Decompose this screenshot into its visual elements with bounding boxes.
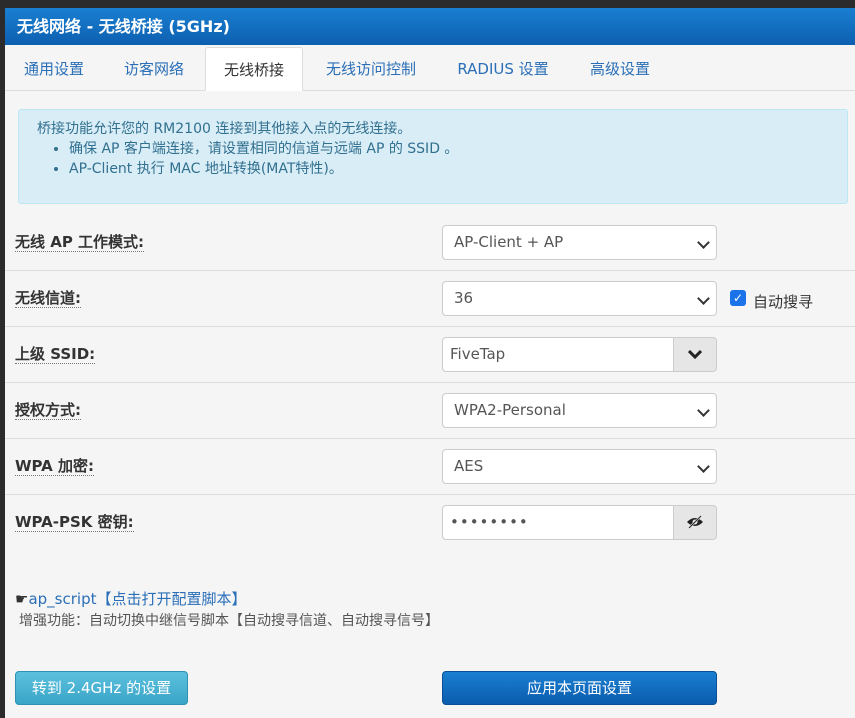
alert-bullet: 确保 AP 客户端连接，请设置相同的信道与远端 AP 的 SSID 。 — [69, 139, 847, 159]
ssid-input[interactable]: FiveTap — [442, 337, 674, 372]
mode-select[interactable]: AP-Client + AP — [442, 225, 717, 260]
form-row-ssid: 上级 SSID: FiveTap — [5, 327, 855, 383]
tab-guest-network[interactable]: 访客网络 — [105, 47, 203, 91]
auto-search-checkbox[interactable]: ✓ — [730, 290, 746, 306]
wireless-bridge-panel: 无线网络 - 无线桥接 (5GHz) 通用设置 访客网络 无线桥接 无线访问控制… — [5, 8, 855, 718]
page-title: 无线网络 - 无线桥接 (5GHz) — [5, 8, 855, 45]
auth-value: WPA2-Personal — [454, 401, 566, 419]
psk-label: WPA-PSK 密钥: — [15, 513, 134, 532]
chevron-down-icon — [687, 349, 703, 360]
auth-label: 授权方式: — [15, 401, 81, 420]
psk-input[interactable]: •••••••• — [442, 505, 674, 540]
tab-access-control[interactable]: 无线访问控制 — [305, 47, 437, 91]
script-note: 增强功能：自动切换中继信号脚本【自动搜寻信道、自动搜寻信号】 — [19, 613, 439, 629]
form-row-encryption: WPA 加密: AES — [5, 439, 855, 495]
form-row-psk: WPA-PSK 密钥: •••••••• — [5, 495, 855, 551]
tab-advanced[interactable]: 高级设置 — [569, 47, 671, 91]
info-alert: 桥接功能允许您的 RM2100 连接到其他接入点的无线连接。 确保 AP 客户端… — [18, 109, 848, 204]
ap-script-link-text: ap_script【点击打开配置脚本】 — [28, 590, 247, 608]
ssid-label: 上级 SSID: — [15, 345, 96, 364]
eye-slash-icon — [687, 515, 703, 529]
auth-select[interactable]: WPA2-Personal — [442, 393, 717, 428]
form-row-mode: 无线 AP 工作模式: AP-Client + AP — [5, 215, 855, 271]
mode-label: 无线 AP 工作模式: — [15, 233, 145, 252]
alert-intro: 桥接功能允许您的 RM2100 连接到其他接入点的无线连接。 — [37, 121, 412, 137]
chevron-down-icon — [697, 292, 710, 305]
channel-value: 36 — [454, 289, 474, 307]
alert-bullet: AP-Client 执行 MAC 地址转换(MAT特性)。 — [69, 159, 847, 179]
ssid-dropdown-button[interactable] — [673, 337, 717, 372]
chevron-down-icon — [697, 236, 710, 249]
ap-script-link[interactable]: ☛ap_script【点击打开配置脚本】 — [15, 588, 246, 609]
channel-select[interactable]: 36 — [442, 281, 717, 316]
alert-bullets: 确保 AP 客户端连接，请设置相同的信道与远端 AP 的 SSID 。 AP-C… — [69, 139, 847, 179]
channel-label: 无线信道: — [15, 289, 81, 308]
form-row-channel: 无线信道: 36 ✓ 自动搜寻 — [5, 271, 855, 327]
form-row-auth: 授权方式: WPA2-Personal — [5, 383, 855, 439]
mode-value: AP-Client + AP — [454, 233, 564, 251]
toggle-password-button[interactable] — [673, 505, 717, 540]
switch-2g-button[interactable]: 转到 2.4GHz 的设置 — [15, 671, 188, 705]
tab-radius[interactable]: RADIUS 设置 — [439, 47, 567, 91]
apply-button[interactable]: 应用本页面设置 — [442, 671, 717, 705]
encryption-label: WPA 加密: — [15, 457, 94, 476]
auto-search-label: 自动搜寻 — [753, 293, 814, 311]
tab-general[interactable]: 通用设置 — [5, 47, 103, 91]
encryption-value: AES — [454, 457, 484, 475]
encryption-select[interactable]: AES — [442, 449, 717, 484]
chevron-down-icon — [697, 404, 710, 417]
tab-wireless-bridge[interactable]: 无线桥接 — [205, 47, 303, 91]
pointing-hand-icon: ☛ — [15, 590, 29, 608]
chevron-down-icon — [697, 460, 710, 473]
tab-bar: 通用设置 访客网络 无线桥接 无线访问控制 RADIUS 设置 高级设置 — [5, 45, 855, 91]
